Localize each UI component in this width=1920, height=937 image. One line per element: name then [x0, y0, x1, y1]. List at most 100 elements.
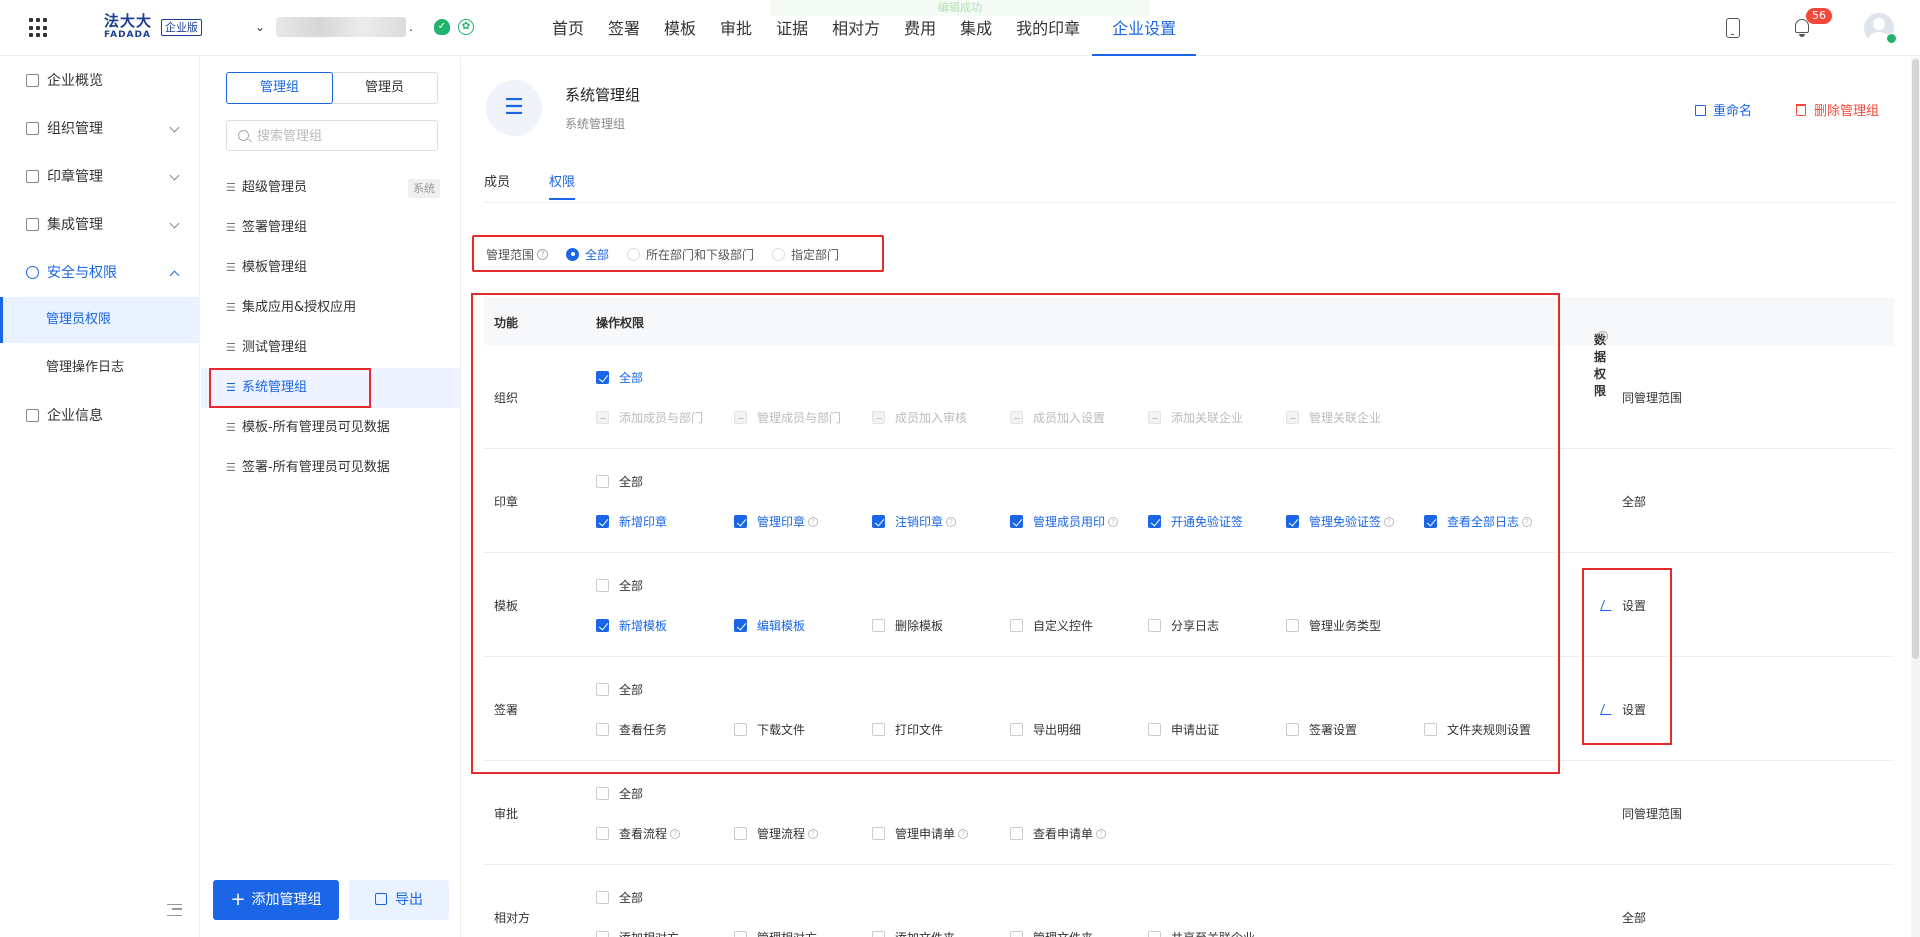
checkbox-all[interactable]: 全部	[596, 785, 643, 802]
checkbox[interactable]: 添加相对方	[596, 929, 679, 937]
checkbox-box	[872, 827, 885, 840]
nav-integration[interactable]: 集成	[948, 0, 1004, 56]
highlight-box-scope	[472, 235, 884, 272]
search-input[interactable]	[257, 125, 427, 147]
group-subtitle: 系统管理组	[565, 117, 626, 131]
group-icon: ☰	[226, 221, 236, 234]
nav-sign[interactable]: 签署	[596, 0, 652, 56]
seg-admin[interactable]: 管理员	[332, 73, 437, 103]
sidebar-item-seals[interactable]: 印章管理	[0, 153, 200, 199]
search-icon	[238, 130, 249, 141]
main-nav: 首页 签署 模板 审批 证据 相对方 费用 集成 我的印章 企业设置	[540, 0, 1197, 56]
sidebar-label: 印章管理	[47, 169, 103, 185]
edition-badge: 企业版	[161, 19, 202, 36]
sidebar-label: 集成管理	[47, 217, 103, 233]
help-icon[interactable]: ?	[958, 828, 969, 839]
mobile-icon[interactable]	[1726, 18, 1740, 38]
row-label: 审批	[494, 807, 519, 821]
checkbox-box	[872, 931, 885, 937]
chevron-down-icon	[169, 218, 180, 229]
app-grid-icon[interactable]	[29, 18, 49, 38]
sidebar-sub-admin-logs[interactable]: 管理操作日志	[0, 345, 200, 391]
checkbox-box	[1010, 931, 1023, 937]
nav-template[interactable]: 模板	[652, 0, 708, 56]
left-sidebar: 企业概览 组织管理 印章管理 集成管理 安全与权限 管理员权限 管理操作日志 企…	[0, 57, 200, 937]
checkbox-box	[1010, 827, 1023, 840]
group-item[interactable]: ☰ 签署管理组	[201, 208, 461, 248]
edit-icon	[1695, 105, 1706, 116]
export-icon	[375, 893, 387, 905]
org-icon	[26, 121, 39, 135]
group-item[interactable]: ☰ 模板管理组	[201, 248, 461, 288]
page-scrollbar[interactable]	[1911, 57, 1920, 937]
checkbox-label: 查看流程	[619, 827, 668, 841]
seg-group[interactable]: 管理组	[226, 72, 333, 104]
checkbox[interactable]: 管理申请单?	[872, 825, 969, 842]
checkbox-label: 添加相对方	[619, 929, 679, 937]
delete-group-button[interactable]: 删除管理组	[1796, 100, 1879, 119]
help-icon[interactable]: ?	[670, 828, 681, 839]
checkbox[interactable]: 查看申请单?	[1010, 825, 1107, 842]
checkbox[interactable]: 管理流程?	[734, 825, 819, 842]
group-item[interactable]: ☰ 模板-所有管理员可见数据	[201, 408, 461, 448]
checkbox-all[interactable]: 全部	[596, 889, 643, 906]
nav-approval[interactable]: 审批	[708, 0, 764, 56]
checkbox[interactable]: 管理文件夹	[1010, 929, 1093, 937]
sidebar-item-integration[interactable]: 集成管理	[0, 201, 200, 247]
nav-counterparty[interactable]: 相对方	[820, 0, 892, 56]
sidebar-item-security[interactable]: 安全与权限	[0, 249, 200, 295]
chevron-down-icon[interactable]: ⌄	[255, 20, 265, 34]
tab-members[interactable]: 成员	[484, 171, 510, 198]
checkbox-label: 管理相对方	[757, 929, 817, 937]
export-button[interactable]: 导出	[349, 880, 449, 920]
group-icon: ☰	[226, 261, 236, 274]
rename-button[interactable]: 重命名	[1695, 100, 1752, 119]
sidebar-label: 组织管理	[47, 121, 103, 137]
chevron-down-icon	[169, 122, 180, 133]
group-avatar-icon: ☰	[486, 80, 542, 136]
sidebar-item-overview[interactable]: 企业概览	[0, 57, 200, 103]
checkbox[interactable]: 共享至关联企业	[1148, 929, 1255, 937]
nav-fees[interactable]: 费用	[892, 0, 948, 56]
notification-badge: 56	[1806, 8, 1832, 24]
add-group-button[interactable]: + 添加管理组	[213, 880, 339, 920]
group-item[interactable]: ☰ 签署-所有管理员可见数据	[201, 448, 461, 488]
highlight-box-operations	[471, 293, 1560, 774]
help-icon[interactable]: ?	[808, 828, 819, 839]
group-icon: ☰	[226, 301, 236, 314]
group-icon: ☰	[226, 461, 236, 474]
verified-dot-icon	[1886, 33, 1897, 44]
trash-icon	[1796, 104, 1806, 116]
row-label: 相对方	[494, 911, 531, 925]
help-icon[interactable]: ?	[1096, 828, 1107, 839]
sidebar-label: 企业概览	[47, 73, 103, 89]
group-admin-toggle: 管理组 管理员	[226, 72, 438, 104]
sidebar-label: 安全与权限	[47, 265, 117, 281]
sidebar-sub-admin-permissions[interactable]: 管理员权限	[0, 297, 200, 343]
collapse-sidebar-icon[interactable]	[167, 904, 182, 916]
layers-icon	[26, 217, 39, 231]
top-bar: 法大大 FADADA 企业版 ⌄ . ✓ ✿ 编辑成功 首页 签署 模板 审批 …	[0, 0, 1920, 56]
nav-evidence[interactable]: 证据	[764, 0, 820, 56]
org-name-redacted[interactable]	[276, 17, 406, 37]
group-item[interactable]: ☰ 测试管理组	[201, 328, 461, 368]
security-icon	[26, 265, 39, 279]
checkbox-label: 管理申请单	[895, 827, 956, 841]
checkbox[interactable]: 添加文件夹	[872, 929, 955, 937]
sidebar-item-enterprise-info[interactable]: 企业信息	[0, 392, 200, 438]
group-item[interactable]: ☰ 集成应用&授权应用	[201, 288, 461, 328]
checkbox[interactable]: 查看流程?	[596, 825, 681, 842]
rename-label: 重命名	[1713, 104, 1753, 119]
nav-home[interactable]: 首页	[540, 0, 596, 56]
brand-logo[interactable]: 法大大 FADADA	[104, 14, 152, 40]
checkbox[interactable]: 管理相对方	[734, 929, 817, 937]
chevron-down-icon	[169, 170, 180, 181]
logo-en: FADADA	[104, 30, 151, 40]
add-group-label: 添加管理组	[251, 892, 322, 908]
tab-permissions[interactable]: 权限	[549, 171, 576, 200]
nav-enterprise-settings[interactable]: 企业设置	[1092, 0, 1197, 56]
checkbox-box	[596, 891, 609, 904]
sidebar-item-org[interactable]: 组织管理	[0, 105, 200, 151]
nav-my-seals[interactable]: 我的印章	[1004, 0, 1092, 56]
help-icon[interactable]: ?	[1597, 331, 1608, 342]
